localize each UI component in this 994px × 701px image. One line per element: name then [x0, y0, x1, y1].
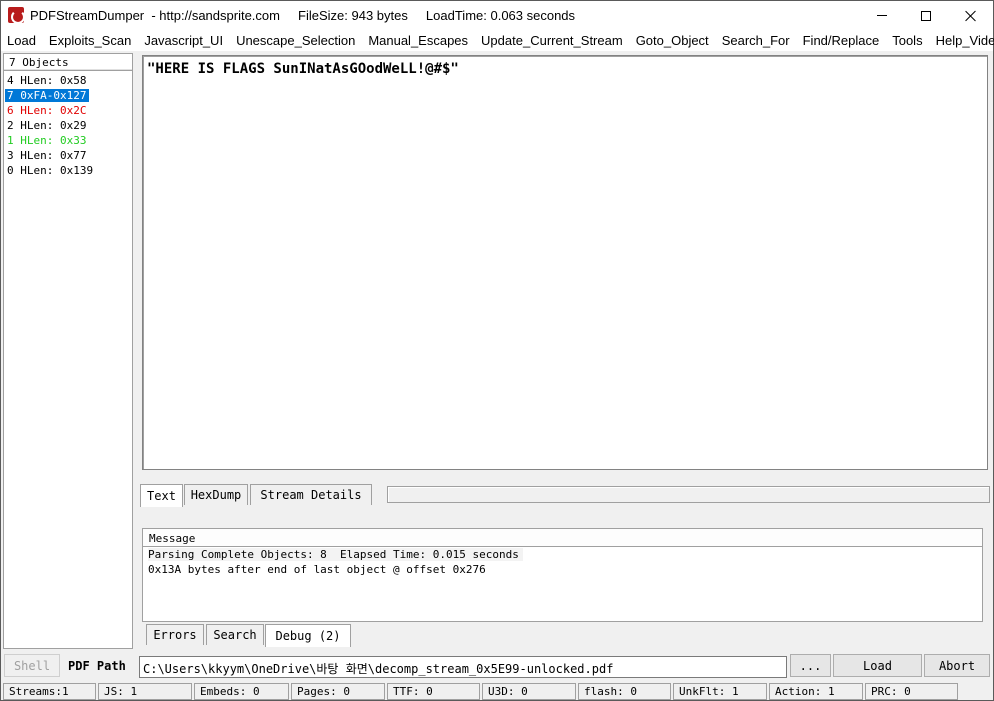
abort-button[interactable]: Abort [924, 654, 990, 677]
pdf-path-label: PDF Path [68, 659, 126, 673]
object-label: 0 HLen: 0x139 [7, 164, 94, 177]
pdf-app-icon [8, 7, 25, 24]
close-button[interactable] [948, 1, 994, 30]
status-streams: Streams:1 [3, 683, 96, 700]
object-label: 4 HLen: 0x58 [7, 74, 87, 87]
pdf-path-input[interactable]: C:\Users\kkyym\OneDrive\바탕 화면\decomp_str… [139, 656, 787, 678]
tab-stream-details[interactable]: Stream Details [250, 484, 372, 505]
status-embeds: Embeds: 0 [194, 683, 289, 700]
menu-javascript-ui[interactable]: Javascript_UI [138, 33, 230, 48]
object-row[interactable]: 3 HLen: 0x77 [4, 148, 132, 163]
object-row[interactable]: 4 HLen: 0x58 [4, 73, 132, 88]
menu-search-for[interactable]: Search_For [716, 33, 797, 48]
menu-exploits-scan[interactable]: Exploits_Scan [43, 33, 138, 48]
status-action: Action: 1 [769, 683, 863, 700]
menu-load[interactable]: Load [1, 33, 43, 48]
window-title: PDFStreamDumper - http://sandsprite.com … [30, 8, 576, 23]
object-label: 3 HLen: 0x77 [7, 149, 87, 162]
message-text: Parsing Complete Objects: 8 Elapsed Time… [148, 548, 523, 561]
message-line[interactable]: Parsing Complete Objects: 8 Elapsed Time… [143, 547, 982, 562]
minimize-icon [877, 15, 887, 16]
object-row-selected[interactable]: 7 0xFA-0x127 [4, 88, 132, 103]
stream-details-field [387, 486, 990, 503]
object-label: 6 HLen: 0x2C [7, 104, 87, 117]
object-label: 1 HLen: 0x33 [7, 134, 87, 147]
object-list-header[interactable]: 7 Objects [4, 54, 132, 71]
title-bar[interactable]: PDFStreamDumper - http://sandsprite.com … [1, 1, 993, 30]
menu-find-replace[interactable]: Find/Replace [797, 33, 887, 48]
menu-manual-escapes[interactable]: Manual_Escapes [362, 33, 475, 48]
browse-button[interactable]: ... [790, 654, 831, 677]
status-u3d: U3D: 0 [482, 683, 576, 700]
stream-text-content[interactable]: "HERE IS FLAGS SunINatAsGOodWeLL!@#$" [143, 56, 987, 77]
app-window: PDFStreamDumper - http://sandsprite.com … [0, 0, 994, 701]
menu-bar: Load Exploits_Scan Javascript_UI Unescap… [1, 30, 994, 51]
object-row[interactable]: 2 HLen: 0x29 [4, 118, 132, 133]
tab-text[interactable]: Text [140, 484, 183, 507]
close-icon [965, 10, 977, 22]
status-pages: Pages: 0 [291, 683, 385, 700]
message-text: 0x13A bytes after end of last object @ o… [148, 563, 486, 576]
message-panel[interactable]: Message Parsing Complete Objects: 8 Elap… [142, 528, 983, 622]
stream-text-area[interactable]: "HERE IS FLAGS SunINatAsGOodWeLL!@#$" [142, 55, 988, 470]
status-unkflt: UnkFlt: 1 [673, 683, 767, 700]
object-row[interactable]: 1 HLen: 0x33 [4, 133, 132, 148]
status-ttf: TTF: 0 [387, 683, 480, 700]
maximize-button[interactable] [903, 1, 949, 30]
tab-errors[interactable]: Errors [146, 624, 204, 645]
tab-debug[interactable]: Debug (2) [265, 624, 351, 647]
menu-help-videos[interactable]: Help_Videos [930, 33, 994, 48]
object-row[interactable]: 0 HLen: 0x139 [4, 163, 132, 178]
status-prc: PRC: 0 [865, 683, 958, 700]
shell-button[interactable]: Shell [4, 654, 60, 677]
menu-update-current-stream[interactable]: Update_Current_Stream [475, 33, 630, 48]
status-flash: flash: 0 [578, 683, 671, 700]
tab-search[interactable]: Search [206, 624, 264, 645]
load-button[interactable]: Load [833, 654, 922, 677]
menu-tools[interactable]: Tools [886, 33, 929, 48]
maximize-icon [921, 10, 931, 21]
status-js: JS: 1 [98, 683, 192, 700]
object-list-panel[interactable]: 7 Objects 4 HLen: 0x58 7 0xFA-0x127 6 HL… [3, 53, 133, 649]
tab-hexdump[interactable]: HexDump [184, 484, 248, 505]
object-label: 7 0xFA-0x127 [5, 89, 90, 102]
object-row[interactable]: 6 HLen: 0x2C [4, 103, 132, 118]
menu-goto-object[interactable]: Goto_Object [630, 33, 716, 48]
message-line[interactable]: 0x13A bytes after end of last object @ o… [143, 562, 982, 577]
message-header[interactable]: Message [143, 529, 982, 547]
object-list: 4 HLen: 0x58 7 0xFA-0x127 6 HLen: 0x2C 2… [4, 73, 132, 178]
menu-unescape-selection[interactable]: Unescape_Selection [230, 33, 362, 48]
minimize-button[interactable] [859, 1, 905, 30]
object-label: 2 HLen: 0x29 [7, 119, 87, 132]
status-bar: Streams:1 JS: 1 Embeds: 0 Pages: 0 TTF: … [3, 683, 991, 700]
